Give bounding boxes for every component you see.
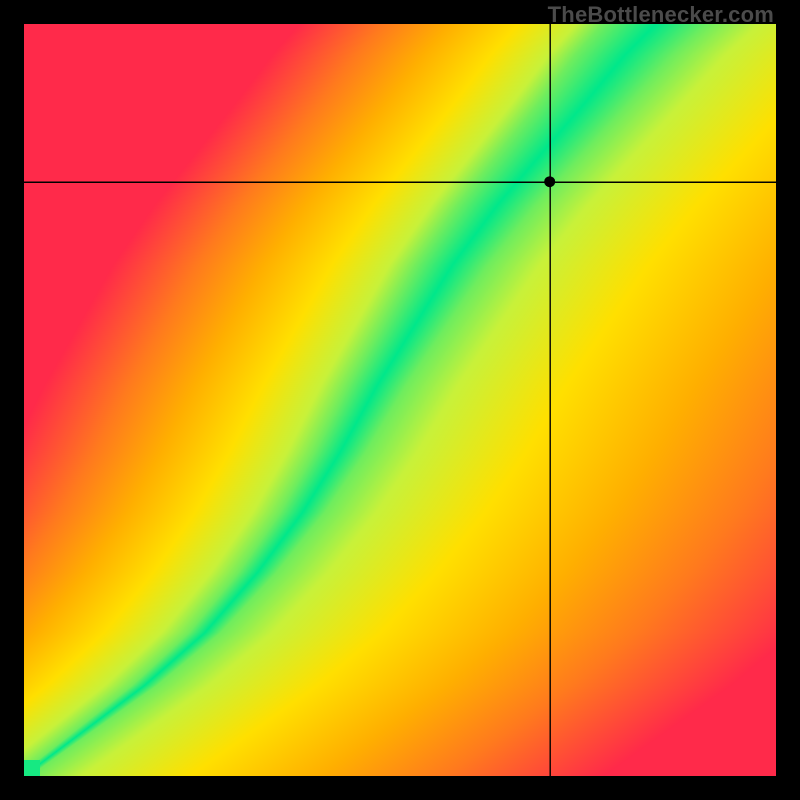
heatmap-frame xyxy=(24,24,776,776)
bottleneck-heatmap xyxy=(24,24,776,776)
watermark-text: TheBottlenecker.com xyxy=(548,2,774,28)
